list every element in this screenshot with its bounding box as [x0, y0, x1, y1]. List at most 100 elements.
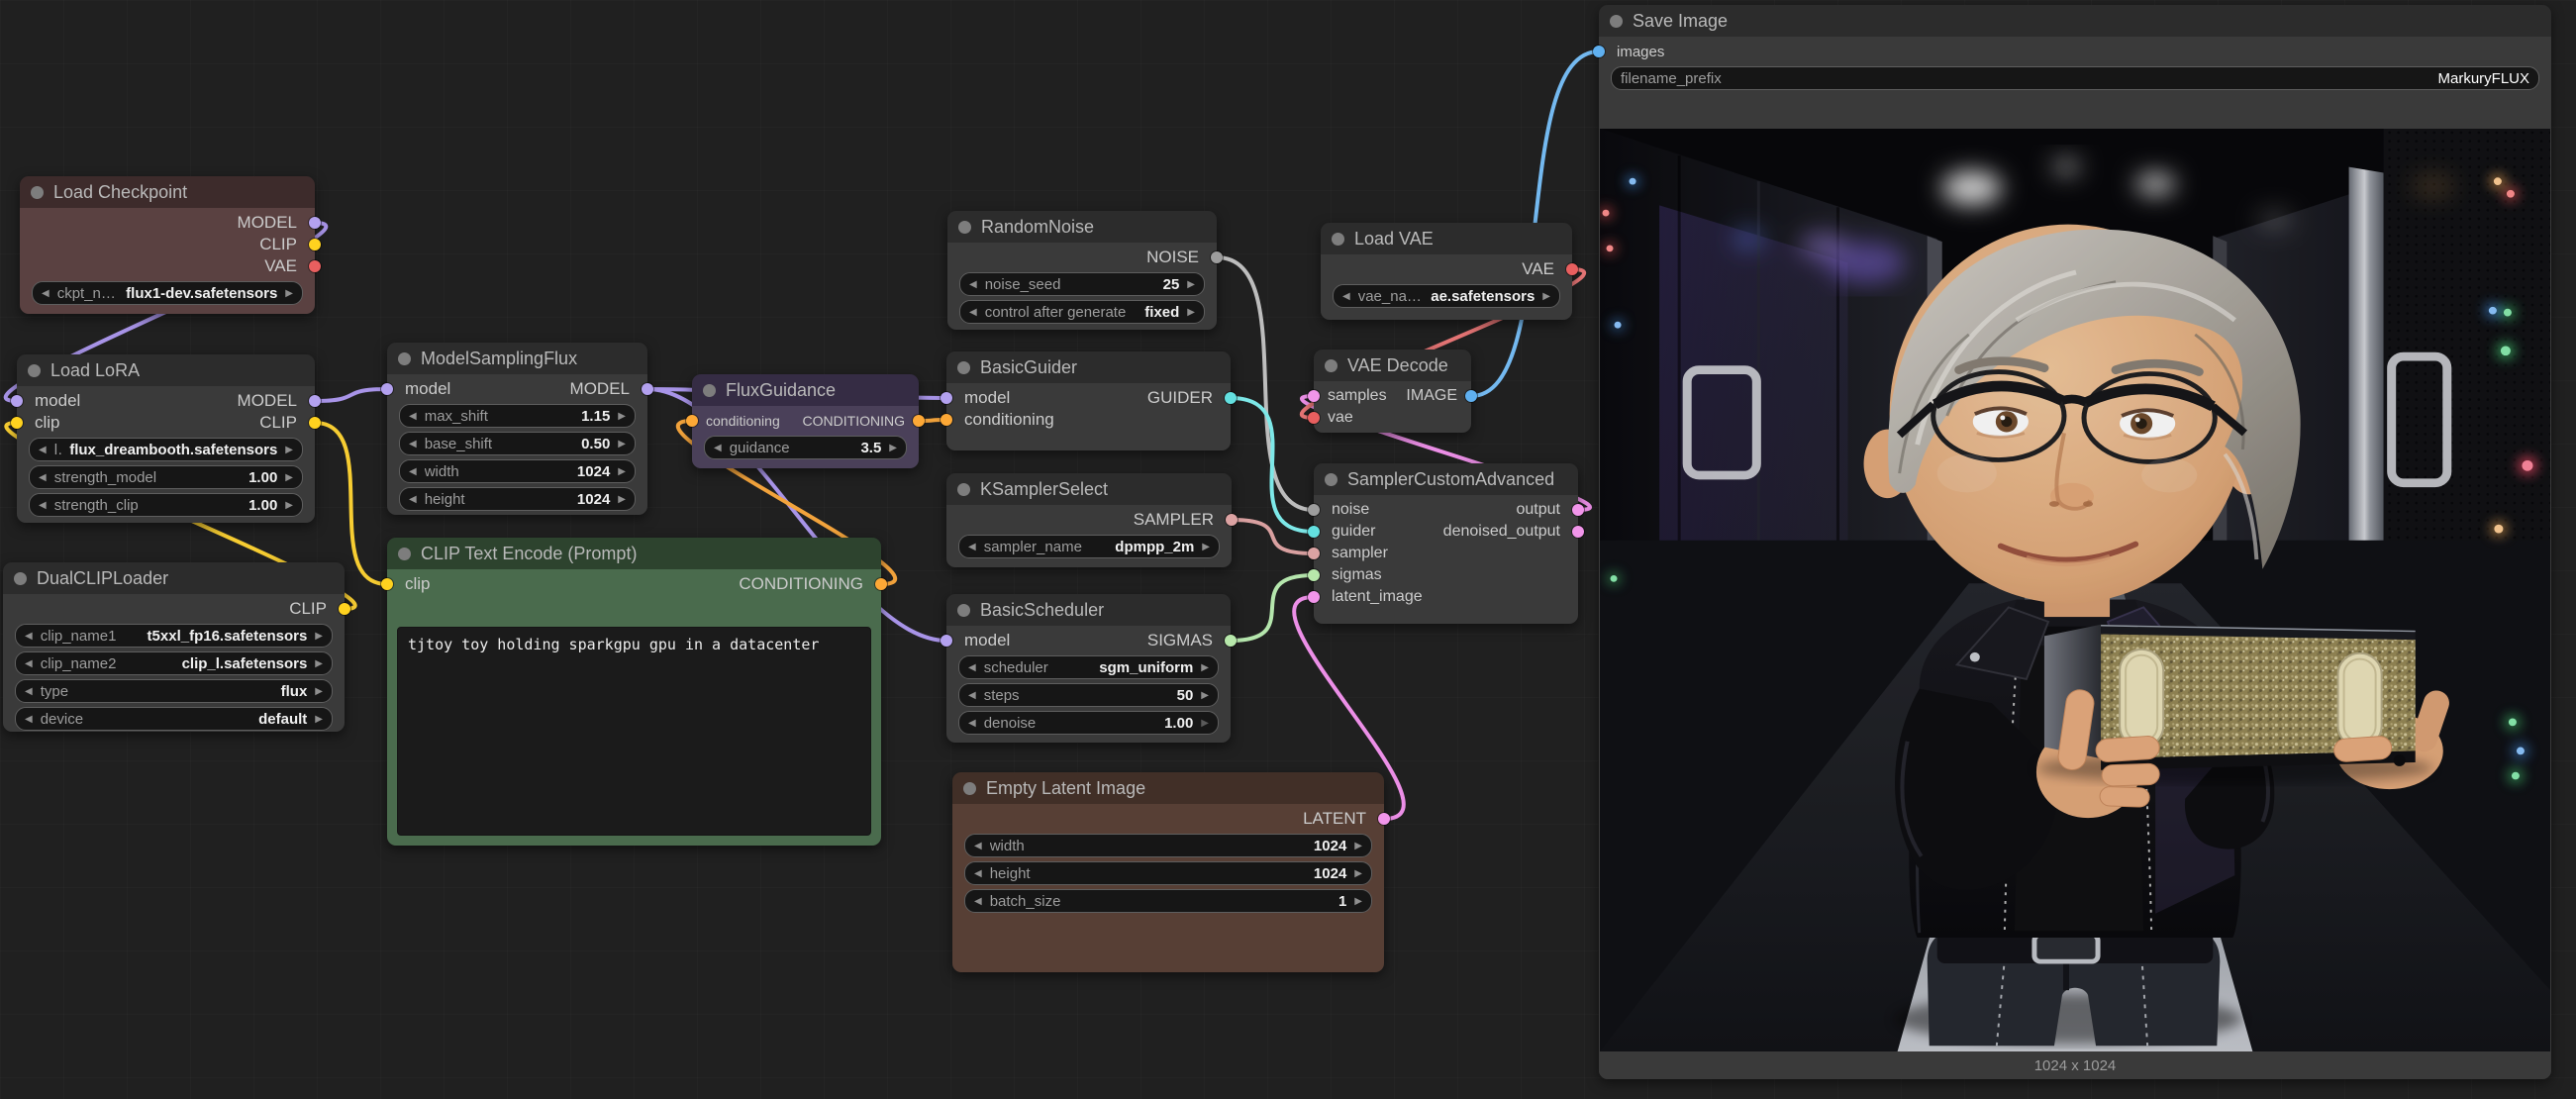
decrement-arrow-icon[interactable]: ◀	[409, 439, 417, 450]
width-widget[interactable]: ◀ width 1024 ▶	[399, 459, 636, 483]
collapse-dot-icon[interactable]	[398, 352, 411, 365]
model-output-port[interactable]	[309, 217, 321, 229]
decrement-arrow-icon[interactable]: ◀	[968, 662, 976, 673]
decrement-arrow-icon[interactable]: ◀	[25, 658, 33, 669]
increment-arrow-icon[interactable]: ▶	[315, 714, 323, 725]
node-graph-canvas[interactable]: Load Checkpoint MODEL CLIP VAE ◀ ckpt_na…	[0, 0, 2576, 1099]
model-output-port[interactable]	[309, 395, 321, 407]
increment-arrow-icon[interactable]: ▶	[285, 288, 293, 299]
decrement-arrow-icon[interactable]: ◀	[969, 279, 977, 290]
node-header[interactable]: BasicScheduler	[946, 594, 1231, 626]
node-header[interactable]: BasicGuider	[946, 351, 1231, 383]
node-header[interactable]: Load VAE	[1321, 223, 1572, 254]
denoise-widget[interactable]: ◀ denoise 1.00 ▶	[958, 711, 1219, 735]
base-shift-widget[interactable]: ◀ base_shift 0.50 ▶	[399, 432, 636, 455]
node-empty-latent-image[interactable]: Empty Latent Image LATENT ◀ width 1024 ▶…	[952, 772, 1384, 972]
model-input-port[interactable]	[11, 395, 23, 407]
node-model-sampling-flux[interactable]: ModelSamplingFlux model MODEL ◀ max_shif…	[387, 343, 647, 515]
latent-output-port[interactable]	[1378, 813, 1390, 825]
conditioning-input-port[interactable]	[686, 415, 698, 427]
decrement-arrow-icon[interactable]: ◀	[969, 307, 977, 318]
node-header[interactable]: SamplerCustomAdvanced	[1314, 463, 1578, 495]
vae-output-port[interactable]	[309, 260, 321, 272]
node-header[interactable]: RandomNoise	[947, 211, 1217, 243]
clip-name2-widget[interactable]: ◀ clip_name2 clip_l.safetensors ▶	[15, 651, 333, 675]
decrement-arrow-icon[interactable]: ◀	[409, 494, 417, 505]
node-header[interactable]: CLIP Text Encode (Prompt)	[387, 538, 881, 569]
denoised-output-port[interactable]	[1572, 526, 1584, 538]
samples-input-port[interactable]	[1308, 390, 1320, 402]
guidance-widget[interactable]: ◀ guidance 3.5 ▶	[704, 436, 907, 459]
node-clip-text-encode[interactable]: CLIP Text Encode (Prompt) clip CONDITION…	[387, 538, 881, 846]
link-lora-model-to-modelsampling[interactable]	[315, 389, 387, 401]
increment-arrow-icon[interactable]: ▶	[618, 439, 626, 450]
increment-arrow-icon[interactable]: ▶	[1354, 841, 1362, 851]
decrement-arrow-icon[interactable]: ◀	[409, 411, 417, 422]
model-input-port[interactable]	[941, 392, 952, 404]
increment-arrow-icon[interactable]: ▶	[285, 445, 293, 455]
sigmas-input-port[interactable]	[1308, 569, 1320, 581]
increment-arrow-icon[interactable]: ▶	[1187, 279, 1195, 290]
strength-clip-widget[interactable]: ◀ strength_clip 1.00 ▶	[29, 493, 303, 517]
type-widget[interactable]: ◀ type flux ▶	[15, 679, 333, 703]
increment-arrow-icon[interactable]: ▶	[1354, 896, 1362, 907]
increment-arrow-icon[interactable]: ▶	[618, 494, 626, 505]
node-flux-guidance[interactable]: FluxGuidance conditioning CONDITIONING ◀…	[692, 374, 919, 468]
prompt-textarea[interactable]: tjtoy toy holding sparkgpu gpu in a data…	[397, 627, 871, 836]
decrement-arrow-icon[interactable]: ◀	[25, 631, 33, 642]
collapse-dot-icon[interactable]	[957, 604, 970, 617]
image-output-port[interactable]	[1465, 390, 1477, 402]
collapse-dot-icon[interactable]	[31, 186, 44, 199]
increment-arrow-icon[interactable]: ▶	[1202, 542, 1210, 552]
strength-model-widget[interactable]: ◀ strength_model 1.00 ▶	[29, 465, 303, 489]
collapse-dot-icon[interactable]	[14, 572, 27, 585]
node-dual-clip-loader[interactable]: DualCLIPLoader CLIP ◀ clip_name1 t5xxl_f…	[3, 562, 345, 732]
height-widget[interactable]: ◀ height 1024 ▶	[964, 861, 1372, 885]
increment-arrow-icon[interactable]: ▶	[1354, 868, 1362, 879]
node-save-image[interactable]: Save Image images filename_prefix Markur…	[1599, 5, 2551, 1079]
increment-arrow-icon[interactable]: ▶	[1187, 307, 1195, 318]
collapse-dot-icon[interactable]	[1332, 233, 1344, 246]
sigmas-output-port[interactable]	[1225, 635, 1237, 647]
node-header[interactable]: VAE Decode	[1314, 350, 1471, 381]
decrement-arrow-icon[interactable]: ◀	[25, 714, 33, 725]
noise-seed-widget[interactable]: ◀ noise_seed 25 ▶	[959, 272, 1205, 296]
clip-input-port[interactable]	[381, 578, 393, 590]
decrement-arrow-icon[interactable]: ◀	[974, 841, 982, 851]
node-header[interactable]: Save Image	[1599, 5, 2551, 37]
node-header[interactable]: Load LoRA	[17, 354, 315, 386]
control-after-generate-widget[interactable]: ◀ control after generate fixed ▶	[959, 300, 1205, 324]
decrement-arrow-icon[interactable]: ◀	[409, 466, 417, 477]
increment-arrow-icon[interactable]: ▶	[285, 500, 293, 511]
guider-input-port[interactable]	[1308, 526, 1320, 538]
conditioning-input-port[interactable]	[941, 414, 952, 426]
decrement-arrow-icon[interactable]: ◀	[1342, 291, 1350, 302]
decrement-arrow-icon[interactable]: ◀	[968, 690, 976, 701]
node-header[interactable]: KSamplerSelect	[946, 473, 1232, 505]
node-vae-decode[interactable]: VAE Decode samples IMAGE vae	[1314, 350, 1471, 433]
model-output-port[interactable]	[642, 383, 653, 395]
lora-name-widget[interactable]: ◀ lor ... flux_dreambooth.safetensors ▶	[29, 438, 303, 461]
decrement-arrow-icon[interactable]: ◀	[39, 445, 47, 455]
node-random-noise[interactable]: RandomNoise NOISE ◀ noise_seed 25 ▶ ◀ co…	[947, 211, 1217, 330]
decrement-arrow-icon[interactable]: ◀	[39, 472, 47, 483]
collapse-dot-icon[interactable]	[28, 364, 41, 377]
increment-arrow-icon[interactable]: ▶	[1201, 662, 1209, 673]
sampler-name-widget[interactable]: ◀ sampler_name dpmpp_2m ▶	[958, 535, 1220, 558]
increment-arrow-icon[interactable]: ▶	[618, 466, 626, 477]
collapse-dot-icon[interactable]	[398, 548, 411, 560]
node-header[interactable]: Load Checkpoint	[20, 176, 315, 208]
clip-output-port[interactable]	[339, 603, 350, 615]
increment-arrow-icon[interactable]: ▶	[889, 443, 897, 453]
clip-input-port[interactable]	[11, 417, 23, 429]
conditioning-output-port[interactable]	[875, 578, 887, 590]
vae-name-widget[interactable]: ◀ vae_name ae.safetensors ▶	[1333, 284, 1560, 308]
link-ksamplerselect-to-sampler[interactable]	[1232, 520, 1314, 553]
device-widget[interactable]: ◀ device default ▶	[15, 707, 333, 731]
node-ksampler-select[interactable]: KSamplerSelect SAMPLER ◀ sampler_name dp…	[946, 473, 1232, 567]
node-header[interactable]: FluxGuidance	[692, 374, 919, 406]
images-input-port[interactable]	[1593, 46, 1605, 57]
output-port[interactable]	[1572, 504, 1584, 516]
clip-name1-widget[interactable]: ◀ clip_name1 t5xxl_fp16.safetensors ▶	[15, 624, 333, 648]
noise-output-port[interactable]	[1211, 251, 1223, 263]
